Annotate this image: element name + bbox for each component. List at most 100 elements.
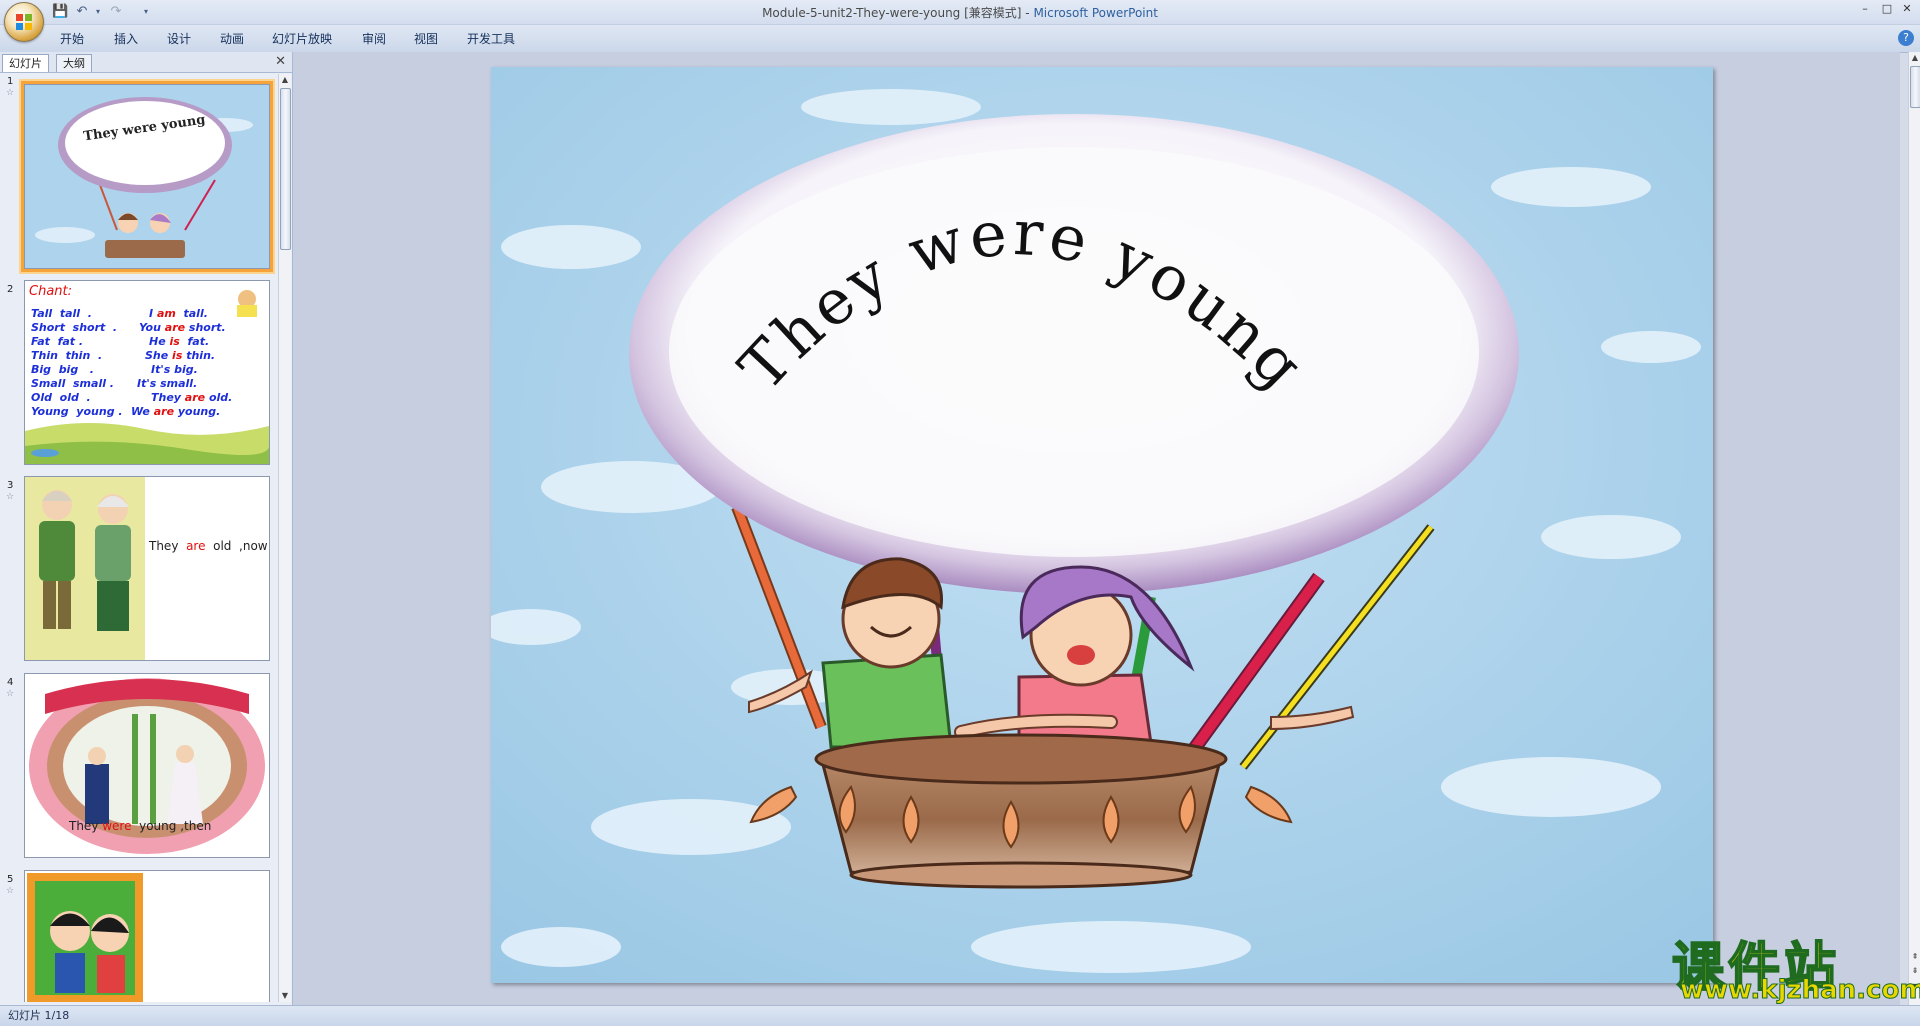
chant-line: She is thin. bbox=[145, 349, 215, 362]
slide-thumbnail-4[interactable]: They were young ,then bbox=[24, 673, 270, 858]
chant-line: We are young. bbox=[131, 405, 220, 418]
chant-line: Tall tall . bbox=[31, 307, 92, 320]
animation-star-icon: ☆ bbox=[6, 886, 15, 896]
chant-left: Fat fat . bbox=[31, 335, 84, 348]
slide-number: 3 bbox=[7, 480, 14, 491]
tab-view[interactable]: 视图 bbox=[414, 30, 438, 47]
office-logo-icon bbox=[16, 14, 32, 30]
slide-title[interactable]: They were young bbox=[725, 196, 1320, 405]
chant-verb: are bbox=[184, 391, 206, 404]
thumbnail-5-art bbox=[25, 871, 269, 1002]
current-slide[interactable]: They were young bbox=[491, 67, 1713, 983]
chant-left: Small small . bbox=[31, 377, 114, 390]
chant-pre: We bbox=[131, 405, 154, 418]
chant-line: It's big. bbox=[151, 363, 198, 376]
minimize-button[interactable]: – bbox=[1854, 0, 1876, 18]
editor-scrollbar[interactable]: ▲ ⇞ ⇟ ▼ bbox=[1908, 52, 1920, 1005]
chant-left: Short short . bbox=[31, 321, 118, 334]
slide-thumbnail-5[interactable] bbox=[24, 870, 270, 1002]
tab-outline[interactable]: 大纲 bbox=[56, 54, 92, 72]
thumbnail-3-caption: They are old ,now bbox=[149, 539, 268, 553]
chant-pre: It's small. bbox=[137, 377, 198, 390]
chant-line: Young young . bbox=[31, 405, 123, 418]
caption-verb: are bbox=[186, 539, 206, 553]
scroll-up-icon[interactable]: ▲ bbox=[1910, 53, 1920, 63]
previous-slide-icon[interactable]: ⇞ bbox=[1910, 952, 1920, 962]
office-button[interactable] bbox=[4, 2, 44, 42]
chant-line: Fat fat . bbox=[31, 335, 83, 348]
chant-pre: They bbox=[151, 391, 185, 404]
watermark-url: www.kjzhan.com bbox=[1679, 975, 1920, 1006]
chant-line: Thin thin . bbox=[31, 349, 102, 362]
chant-pre: I bbox=[149, 307, 157, 320]
slide-number: 5 bbox=[7, 874, 14, 885]
chant-pre: She bbox=[145, 349, 173, 362]
slide-number: 2 bbox=[7, 284, 14, 295]
chant-post: short. bbox=[185, 321, 226, 334]
chant-left: Tall tall . bbox=[31, 307, 92, 320]
thumbnail-1-art bbox=[25, 85, 269, 268]
tab-developer[interactable]: 开发工具 bbox=[467, 30, 515, 47]
tab-review[interactable]: 审阅 bbox=[362, 30, 386, 47]
thumbnail-scrollbar[interactable]: ▲ ▼ bbox=[278, 74, 291, 1002]
ribbon-tab-bar: 开始 插入 设计 动画 幻灯片放映 审阅 视图 开发工具 bbox=[0, 25, 1920, 53]
chant-verb: are bbox=[164, 321, 186, 334]
caption-post: old ,now bbox=[205, 539, 268, 553]
chant-left: Thin thin . bbox=[31, 349, 103, 362]
scroll-thumb[interactable] bbox=[1910, 66, 1920, 108]
chant-verb: are bbox=[153, 405, 175, 418]
chant-pre: It's big. bbox=[151, 363, 198, 376]
caption-pre: They bbox=[149, 539, 187, 553]
slide-title-layer: They were young bbox=[725, 196, 1320, 405]
chant-pre: He bbox=[149, 335, 170, 348]
chant-verb: am bbox=[156, 307, 176, 320]
tab-home[interactable]: 开始 bbox=[60, 30, 84, 47]
chant-line: It's small. bbox=[137, 377, 197, 390]
chant-line: I am tall. bbox=[149, 307, 208, 320]
chant-post: thin. bbox=[182, 349, 216, 362]
chant-left: Big big . bbox=[31, 363, 94, 376]
maximize-button[interactable]: □ bbox=[1876, 0, 1898, 18]
thumbnail-3-art bbox=[25, 477, 269, 660]
watermark-logo: 课件站 www.kjzhan.com bbox=[1668, 925, 1920, 1006]
chant-line: They are old. bbox=[151, 391, 232, 404]
slide-thumbnail-1[interactable]: They were young bbox=[21, 81, 273, 272]
tab-slideshow[interactable]: 幻灯片放映 bbox=[272, 30, 332, 47]
slide-position: 幻灯片 1/18 bbox=[8, 1009, 70, 1022]
scroll-up-icon[interactable]: ▲ bbox=[280, 75, 290, 85]
animation-star-icon: ☆ bbox=[6, 492, 15, 502]
chant-line: Old old . bbox=[31, 391, 91, 404]
thumbnail-2-heading: Chant: bbox=[29, 284, 72, 299]
title-bar: 💾 ↶ ▾ ↷ ▾ Module-5-unit2-They-were-young… bbox=[0, 0, 1920, 25]
slides-pane: 幻灯片 大纲 ✕ 1 ☆ They were young 2 Chant: Ta… bbox=[0, 52, 293, 1005]
chant-line: You are short. bbox=[139, 321, 226, 334]
slide-thumbnail-2[interactable]: Chant: Tall tall . I am tall. Short shor… bbox=[24, 280, 270, 465]
chant-verb: is bbox=[169, 335, 180, 348]
chant-line: Big big . bbox=[31, 363, 94, 376]
chant-post: fat. bbox=[179, 335, 210, 348]
window-title: Module-5-unit2-They-were-young [兼容模式] - … bbox=[0, 4, 1920, 21]
thumbnail-list: 1 ☆ They were young 2 Chant: Tall tall .… bbox=[0, 74, 276, 1002]
tab-insert[interactable]: 插入 bbox=[114, 30, 138, 47]
document-title: Module-5-unit2-They-were-young [兼容模式] - bbox=[762, 6, 1034, 20]
slide-editor: They were young bbox=[293, 52, 1900, 1005]
caption-verb: were bbox=[102, 819, 132, 833]
caption-post: young ,then bbox=[131, 819, 212, 833]
scroll-thumb[interactable] bbox=[280, 88, 291, 250]
tab-slides[interactable]: 幻灯片 bbox=[2, 54, 49, 72]
chant-line: He is fat. bbox=[149, 335, 209, 348]
caption-pre: They bbox=[69, 819, 103, 833]
scroll-down-icon[interactable]: ▼ bbox=[280, 991, 290, 1001]
chant-line: Small small . bbox=[31, 377, 114, 390]
close-button[interactable]: ✕ bbox=[1896, 0, 1918, 18]
chant-verb: is bbox=[172, 349, 183, 362]
chant-pre: You bbox=[139, 321, 165, 334]
close-pane-icon[interactable]: ✕ bbox=[275, 54, 286, 69]
tab-design[interactable]: 设计 bbox=[167, 30, 191, 47]
slide-title-text: They were young bbox=[725, 196, 1316, 405]
help-icon[interactable]: ? bbox=[1898, 30, 1914, 46]
slide-thumbnail-3[interactable]: They are old ,now bbox=[24, 476, 270, 661]
status-bar: 幻灯片 1/18 bbox=[0, 1005, 1920, 1026]
tab-animations[interactable]: 动画 bbox=[220, 30, 244, 47]
chant-post: old. bbox=[205, 391, 233, 404]
